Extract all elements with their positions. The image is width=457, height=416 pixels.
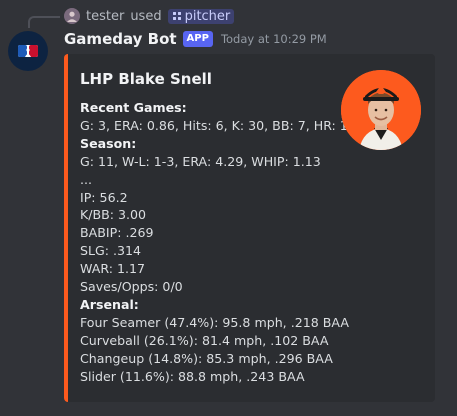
arsenal-line: Slider (11.6%): 88.8 mph, .243 BAA — [80, 368, 305, 384]
arsenal-line: Curveball (26.1%): 81.4 mph, .102 BAA — [80, 332, 329, 348]
reply-reference[interactable]: tester used pitcher — [64, 6, 235, 26]
season-line: Saves/Opps: 0/0 — [80, 279, 183, 295]
arsenal-line: Changeup (14.8%): 85.3 mph, .296 BAA — [80, 350, 333, 366]
season-line: IP: 56.2 — [80, 189, 128, 205]
recent-games-label: Recent Games: — [80, 100, 187, 115]
bot-username[interactable]: Gameday Bot — [64, 30, 177, 48]
slash-command-mention[interactable]: pitcher — [167, 8, 235, 24]
season-line: SLG: .314 — [80, 243, 142, 259]
season-line: ... — [80, 171, 93, 187]
season-line: BABIP: .269 — [80, 225, 154, 241]
season-line: G: 11, W-L: 1-3, ERA: 4.29, WHIP: 1.13 — [80, 153, 321, 169]
app-badge: APP — [182, 31, 213, 47]
bot-avatar-mlb-logo-icon[interactable] — [8, 31, 48, 71]
reply-used-text: used — [130, 8, 162, 24]
player-headshot-icon[interactable] — [341, 70, 421, 150]
arsenal-line: Four Seamer (47.4%): 95.8 mph, .218 BAA — [80, 314, 349, 330]
season-line: K/BB: 3.00 — [80, 207, 147, 223]
reply-user-avatar-icon[interactable] — [64, 8, 80, 24]
command-grid-icon — [172, 12, 181, 20]
reply-connector-line — [28, 16, 60, 28]
pitcher-embed: LHP Blake Snell Recent Games: G: 3, ERA:… — [64, 54, 435, 402]
arsenal-label: Arsenal: — [80, 296, 139, 312]
season-label: Season: — [80, 135, 137, 151]
season-line: WAR: 1.17 — [80, 261, 146, 277]
command-name: pitcher — [184, 8, 231, 24]
message-timestamp[interactable]: Today at 10:29 PM — [221, 32, 327, 46]
message-header: Gameday Bot APP Today at 10:29 PM — [64, 28, 327, 50]
reply-username[interactable]: tester — [86, 9, 124, 24]
